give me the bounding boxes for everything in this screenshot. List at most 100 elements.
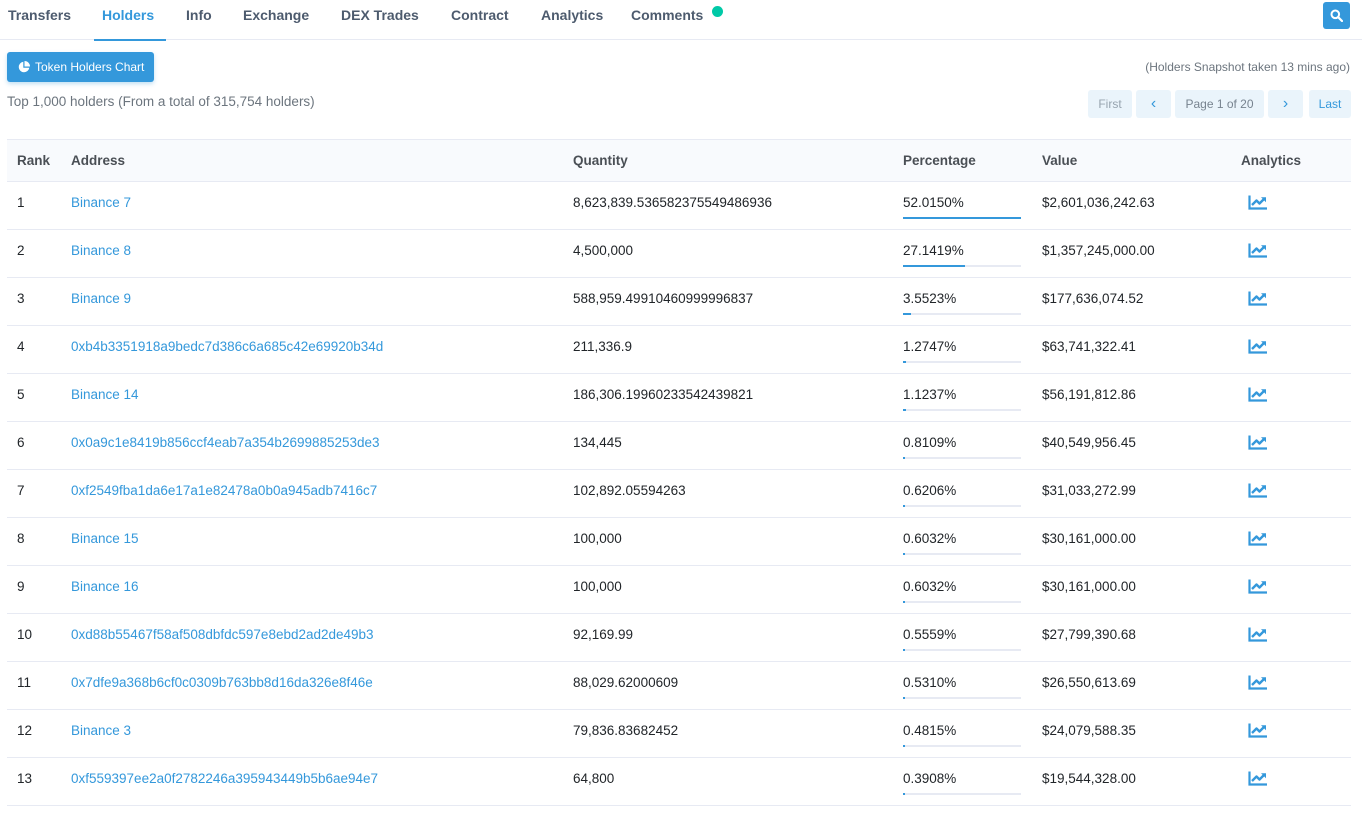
percentage-bar-track (903, 793, 1021, 795)
chart-line-icon[interactable] (1248, 242, 1268, 258)
percentage-bar-fill (903, 265, 965, 267)
chart-line-icon[interactable] (1248, 290, 1268, 306)
percentage-bar-track (903, 217, 1021, 219)
row-rank: 12 (17, 723, 33, 738)
row-percentage: 0.6032% (903, 566, 1021, 614)
row-address-link[interactable]: Binance 16 (71, 566, 139, 608)
row-quantity: 79,836.83682452 (573, 723, 679, 738)
header-percentage: Percentage (903, 153, 976, 168)
percentage-bar-fill (903, 361, 906, 363)
row-quantity: 4,500,000 (573, 243, 634, 258)
row-value: $27,799,390.68 (1042, 627, 1136, 642)
percentage-bar-fill (903, 217, 1021, 219)
chart-line-icon[interactable] (1248, 674, 1268, 690)
pagination-prev-button[interactable]: ‹ (1136, 90, 1171, 118)
tab-exchange[interactable]: Exchange (243, 0, 309, 40)
table-row: 2 Binance 8 4,500,000 27.1419% $1,357,24… (7, 230, 1351, 278)
search-icon (1330, 9, 1343, 22)
pagination-next-button[interactable]: › (1268, 90, 1303, 118)
tab-analytics[interactable]: Analytics (541, 0, 603, 40)
comments-notification-dot (712, 6, 723, 17)
chart-line-icon[interactable] (1248, 770, 1268, 786)
table-row: 6 0x0a9c1e8419b856ccf4eab7a354b269988525… (7, 422, 1351, 470)
chart-line-icon[interactable] (1248, 578, 1268, 594)
row-value: $56,191,812.86 (1042, 387, 1136, 402)
table-row: 5 Binance 14 186,306.19960233542439821 1… (7, 374, 1351, 422)
chart-line-icon[interactable] (1248, 530, 1268, 546)
row-percentage: 0.6032% (903, 518, 1021, 566)
tab-holders[interactable]: Holders (93, 0, 167, 41)
row-address-link[interactable]: 0xf559397ee2a0f2782246a395943449b5b6ae94… (71, 758, 378, 800)
percentage-bar-fill (903, 505, 905, 507)
percentage-bar-track (903, 313, 1021, 315)
row-value: $26,550,613.69 (1042, 675, 1136, 690)
pagination-last-button[interactable]: Last (1309, 90, 1351, 118)
row-rank: 13 (17, 771, 33, 786)
row-value: $63,741,322.41 (1042, 339, 1136, 354)
row-address-link[interactable]: Binance 3 (71, 710, 131, 752)
pagination-first-button[interactable]: First (1088, 90, 1132, 118)
row-quantity: 92,169.99 (573, 627, 634, 642)
row-value: $40,549,956.45 (1042, 435, 1136, 450)
row-rank: 10 (17, 627, 33, 642)
row-percentage: 0.5559% (903, 614, 1021, 662)
chart-line-icon[interactable] (1248, 338, 1268, 354)
row-address-link[interactable]: 0x0a9c1e8419b856ccf4eab7a354b2699885253d… (71, 422, 380, 464)
row-rank: 2 (17, 243, 25, 258)
row-quantity: 211,336.9 (573, 339, 633, 354)
row-rank: 4 (17, 339, 25, 354)
row-percentage: 1.2747% (903, 326, 1021, 374)
chart-line-icon[interactable] (1248, 386, 1268, 402)
row-address-link[interactable]: 0xd88b55467f58af508dbfdc597e8ebd2ad2de49… (71, 614, 374, 656)
row-value: $24,079,588.35 (1042, 723, 1136, 738)
row-quantity: 102,892.05594263 (573, 483, 686, 498)
tab-info[interactable]: Info (186, 0, 212, 40)
header-value: Value (1042, 153, 1078, 168)
chart-line-icon[interactable] (1248, 626, 1268, 642)
table-row: 11 0x7dfe9a368b6cf0c0309b763bb8d16da326e… (7, 662, 1351, 710)
percentage-bar-fill (903, 553, 905, 555)
tab-comments[interactable]: Comments (631, 0, 703, 40)
percentage-bar-track (903, 265, 1021, 267)
row-quantity: 100,000 (573, 579, 622, 594)
row-address-link[interactable]: Binance 14 (71, 374, 139, 416)
chart-line-icon[interactable] (1248, 434, 1268, 450)
chevron-right-icon: › (1282, 95, 1289, 112)
token-holders-chart-button[interactable]: Token Holders Chart (7, 52, 154, 82)
percentage-bar-track (903, 697, 1021, 699)
row-address-link[interactable]: 0xf2549fba1da6e17a1e82478a0b0a945adb7416… (71, 470, 377, 512)
percentage-bar-track (903, 745, 1021, 747)
row-percentage: 3.5523% (903, 278, 1021, 326)
percentage-bar-track (903, 505, 1021, 507)
chart-line-icon[interactable] (1248, 482, 1268, 498)
chart-line-icon[interactable] (1248, 722, 1268, 738)
chart-line-icon[interactable] (1248, 194, 1268, 210)
row-address-link[interactable]: 0xb4b3351918a9bedc7d386c6a685c42e69920b3… (71, 326, 383, 368)
pie-chart-icon (18, 61, 30, 73)
row-address-link[interactable]: 0x7dfe9a368b6cf0c0309b763bb8d16da326e8f4… (71, 662, 373, 704)
row-percentage: 0.8109% (903, 422, 1021, 470)
tab-contract[interactable]: Contract (451, 0, 509, 40)
row-address-link[interactable]: Binance 15 (71, 518, 139, 560)
row-address-link[interactable]: Binance 7 (71, 182, 131, 224)
tab-dex-trades[interactable]: DEX Trades (341, 0, 419, 40)
row-value: $30,161,000.00 (1042, 579, 1136, 594)
row-address-link[interactable]: Binance 9 (71, 278, 131, 320)
header-rank: Rank (17, 153, 51, 168)
row-rank: 8 (17, 531, 25, 546)
table-row: 1 Binance 7 8,623,839.536582375549486936… (7, 182, 1351, 230)
row-rank: 6 (17, 435, 25, 450)
row-rank: 7 (17, 483, 25, 498)
pagination-page-info: Page 1 of 20 (1175, 90, 1264, 118)
search-button[interactable] (1323, 2, 1350, 29)
row-address-link[interactable]: Binance 8 (71, 230, 131, 272)
percentage-bar-track (903, 553, 1021, 555)
percentage-bar-fill (903, 793, 905, 795)
row-percentage: 1.1237% (903, 374, 1021, 422)
percentage-bar-track (903, 649, 1021, 651)
row-quantity: 88,029.62000609 (573, 675, 679, 690)
tab-transfers[interactable]: Transfers (8, 0, 71, 40)
row-value: $30,161,000.00 (1042, 531, 1136, 546)
snapshot-note: (Holders Snapshot taken 13 mins ago) (1145, 60, 1350, 74)
row-value: $1,357,245,000.00 (1042, 243, 1155, 258)
